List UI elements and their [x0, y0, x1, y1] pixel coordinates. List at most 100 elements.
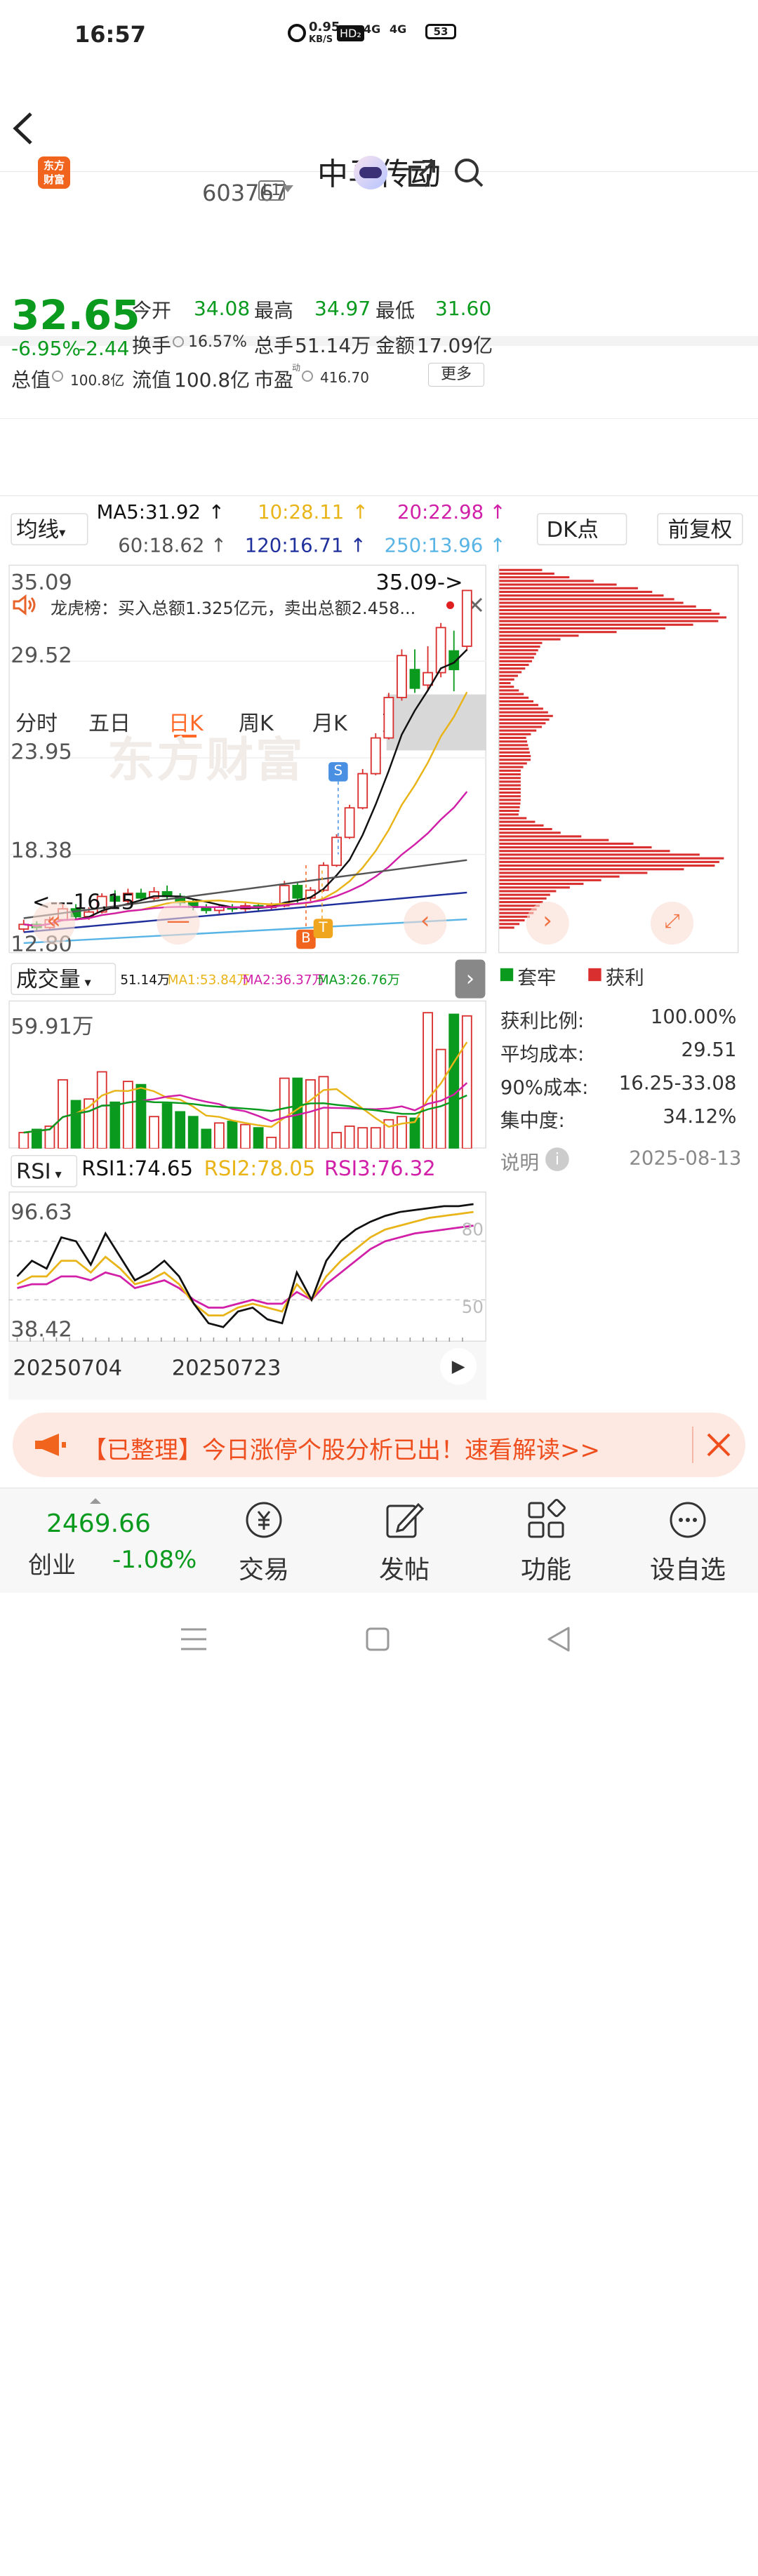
ma60-value: 60:18.62 [118, 534, 205, 557]
dk-point-button[interactable]: DK点 [536, 513, 627, 546]
rsi-selector[interactable]: RSI ▾ [11, 1154, 78, 1187]
zoom-out-icon[interactable]: — [157, 901, 200, 945]
volume-ma1: MA1:53.84万 [167, 972, 250, 988]
ma250-arrow-icon: ↑ [489, 534, 506, 557]
promo-banner[interactable]: 【已整理】今日涨停个股分析已出！速看解读>> [13, 1413, 745, 1477]
chip-bar [499, 813, 519, 816]
t-signal-badge[interactable]: T [313, 919, 333, 938]
index-name[interactable]: 创业 [28, 1546, 76, 1580]
collapse-panel-icon[interactable]: › [455, 959, 486, 999]
chip-bar [499, 583, 617, 586]
fullscreen-icon[interactable]: ⤢ [650, 901, 694, 945]
volume-bar [18, 1132, 29, 1149]
chip-bar [499, 656, 534, 659]
trade-icon [246, 1502, 282, 1538]
volume-selector[interactable]: 成交量 ▾ [11, 963, 117, 996]
avg-cost-label: 平均成本: [500, 1043, 585, 1066]
index-pct[interactable]: -1.08% [112, 1546, 197, 1574]
note-info-icon[interactable]: i [545, 1147, 569, 1171]
chip-bar [499, 681, 511, 685]
volume-ma2: MA2:36.37万 [242, 972, 325, 988]
note-label[interactable]: 说明 [500, 1147, 539, 1175]
chip-bar [499, 868, 684, 871]
date-mid: 20250723 [171, 1354, 281, 1381]
chip-bar [499, 736, 526, 740]
rsi-chart[interactable] [8, 1191, 486, 1342]
chip-bar [499, 923, 520, 926]
chip-bar [499, 865, 715, 867]
chip-bar [499, 645, 540, 648]
more-dots-icon [670, 1502, 706, 1538]
y-label-4: 18.38 [11, 837, 72, 863]
volume-bar [423, 1012, 434, 1149]
adjust-button[interactable]: 前复权 [657, 513, 743, 546]
play-icon[interactable]: ▶ [440, 1348, 477, 1385]
candle-body [423, 672, 434, 686]
chip-bar [499, 568, 543, 571]
nav-watchlist[interactable]: 设自选 [639, 1499, 737, 1586]
chip-bar [499, 919, 525, 922]
hold-legend: 套牢 [517, 967, 557, 990]
ma5-value: MA5:31.92 [96, 501, 201, 524]
chip-bar [499, 740, 528, 743]
volume-bar [253, 1127, 264, 1149]
rsi-50-label: 50 [461, 1296, 484, 1317]
chip-bar [499, 718, 550, 721]
chip-bar [499, 883, 584, 886]
nav-post[interactable]: 发帖 [355, 1499, 453, 1586]
system-nav [0, 1593, 758, 1684]
back-nav-icon[interactable] [545, 1625, 573, 1653]
chip-bar [499, 792, 521, 794]
chip-bar [499, 835, 582, 838]
menu-icon[interactable] [180, 1627, 208, 1652]
chip-bar [499, 623, 693, 626]
nav-trade[interactable]: 交易 [215, 1499, 313, 1586]
volume-bar [305, 1079, 316, 1149]
chip-bar [499, 627, 665, 630]
chip-bar [499, 711, 548, 714]
chip-bar [499, 576, 570, 579]
high-marker: 35.09-> [375, 568, 463, 595]
banner-divider [692, 1427, 693, 1463]
chip-bar [499, 733, 531, 735]
chip-bar [499, 754, 531, 758]
chip-bar [499, 638, 561, 641]
indicator-selector-label: 均线 [15, 516, 60, 542]
chip-bar [499, 820, 536, 823]
nav-post-label: 发帖 [378, 1556, 430, 1584]
cost90-label: 90%成本: [500, 1076, 589, 1100]
volume-bar [370, 1127, 381, 1149]
rsi3-line [17, 1224, 474, 1309]
index-value[interactable]: 2469.66 [46, 1509, 151, 1538]
sell-signal-badge[interactable]: S [328, 762, 348, 782]
volume-bar [201, 1128, 212, 1149]
ma120-value: 120:16.71 [244, 534, 344, 557]
volume-bar [448, 1013, 460, 1149]
chip-bar [499, 649, 538, 652]
candle-body [292, 885, 303, 899]
post-icon [386, 1502, 425, 1538]
nav-function[interactable]: 功能 [497, 1499, 595, 1586]
avg-cost-value: 29.51 [681, 1039, 737, 1062]
volume-bar [58, 1079, 68, 1149]
kline-area: 均线▾ MA5:31.92 ↑ 10:28.11 ↑ 20:22.98 ↑ 60… [0, 496, 758, 1401]
candle-body [409, 669, 420, 689]
hold-legend-swatch [500, 968, 514, 982]
close-banner-icon[interactable] [706, 1432, 731, 1457]
y-label-3: 23.95 [11, 738, 72, 765]
ma10-arrow-icon: ↑ [352, 501, 368, 524]
watermark: 东方财富 [107, 733, 305, 788]
nav-trade-label: 交易 [238, 1556, 289, 1584]
chip-bar [499, 653, 536, 655]
home-icon[interactable] [365, 1627, 390, 1652]
chip-bar [499, 875, 620, 878]
volume-dropdown-icon: ▾ [80, 974, 91, 990]
scroll-left-icon[interactable]: ‹ [404, 901, 447, 945]
volume-bar [109, 1101, 121, 1149]
indicator-selector[interactable]: 均线▾ [11, 513, 88, 546]
scroll-left-fast-icon[interactable]: « [32, 901, 76, 945]
buy-signal-badge[interactable]: B [296, 929, 316, 949]
scroll-right-icon[interactable]: › [526, 901, 569, 945]
volume-bar [279, 1077, 290, 1149]
index-expand-icon[interactable] [90, 1498, 101, 1504]
